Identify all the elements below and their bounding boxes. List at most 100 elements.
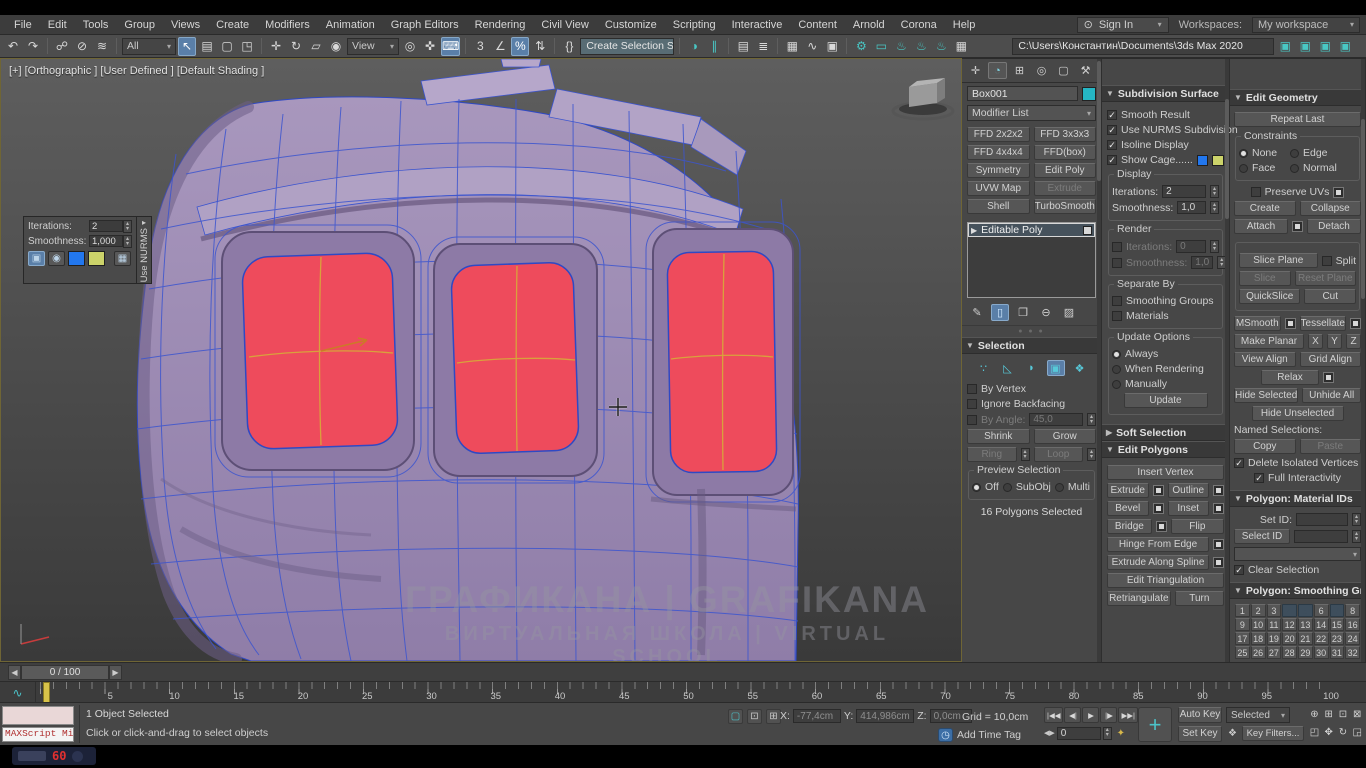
smoothing-group-14[interactable]: 14 xyxy=(1314,618,1329,631)
smoothing-group-29[interactable]: 29 xyxy=(1298,646,1313,659)
previous-frame-arrow[interactable]: ◀ xyxy=(8,665,21,680)
add-time-tag[interactable]: ◷ Add Time Tag xyxy=(938,728,1021,742)
go-to-end-icon[interactable]: ▶▶| xyxy=(1118,707,1137,723)
display-iterations-field[interactable]: 2 xyxy=(1162,185,1206,198)
flip-button[interactable]: Flip xyxy=(1171,519,1224,534)
smoothing-group-8[interactable]: 8 xyxy=(1345,604,1360,617)
zoom-extents-icon[interactable]: ⊡ xyxy=(1337,706,1350,723)
modifier-button-ffd-box-[interactable]: FFD(box) xyxy=(1034,145,1097,160)
viewport-label[interactable]: [+] [Orthographic ] [User Defined ] [Def… xyxy=(9,65,264,77)
modifier-stack[interactable]: ▶ Editable Poly xyxy=(967,222,1096,298)
snaps-toggle-icon[interactable]: 3 xyxy=(471,37,489,56)
zoom-icon[interactable]: ⊕ xyxy=(1308,706,1321,723)
tessellate-settings-icon[interactable] xyxy=(1350,318,1361,329)
workspace-dropdown[interactable]: My workspace ▾ xyxy=(1252,17,1360,33)
reset-plane-button[interactable]: Reset Plane xyxy=(1295,271,1356,286)
by-angle-spinner[interactable] xyxy=(1087,413,1096,426)
preserve-uvs-settings-icon[interactable] xyxy=(1333,187,1344,198)
layer-explorer-icon[interactable]: ≣ xyxy=(754,37,772,56)
smoothing-groups-checkbox[interactable] xyxy=(1112,296,1122,306)
smoothing-group-30[interactable]: 30 xyxy=(1314,646,1329,659)
rollout-subdivision-header[interactable]: ▼ Subdivision Surface xyxy=(1102,85,1229,102)
smoothing-group-7[interactable]: 7 xyxy=(1330,604,1345,617)
stack-item-toggle[interactable] xyxy=(1083,226,1092,235)
hide-selected-button[interactable]: Hide Selected xyxy=(1234,388,1298,403)
tessellate-button[interactable]: Tessellate xyxy=(1300,316,1347,331)
outline-settings-icon[interactable] xyxy=(1213,485,1224,496)
maximize-viewport-icon[interactable]: ◲ xyxy=(1351,724,1364,741)
smoothing-group-24[interactable]: 24 xyxy=(1345,632,1360,645)
next-frame-arrow[interactable]: ▶ xyxy=(109,665,122,680)
attach-settings-icon[interactable] xyxy=(1292,221,1303,232)
caddy-iterations-field[interactable]: 2 xyxy=(89,220,123,232)
x-field[interactable]: -77,4cm xyxy=(793,709,841,723)
polygon-icon[interactable]: ▣ xyxy=(1047,360,1065,376)
smoothing-group-23[interactable]: 23 xyxy=(1330,632,1345,645)
menu-interactive[interactable]: Interactive xyxy=(724,17,791,33)
slice-button[interactable]: Slice xyxy=(1239,271,1291,286)
percent-snap-icon[interactable]: % xyxy=(511,37,529,56)
constraint-none-radio[interactable] xyxy=(1239,149,1248,158)
smoothing-group-28[interactable]: 28 xyxy=(1282,646,1297,659)
smoothing-group-26[interactable]: 26 xyxy=(1251,646,1266,659)
hinge-from-edge-button[interactable]: Hinge From Edge xyxy=(1107,537,1209,552)
bridge-button[interactable]: Bridge xyxy=(1107,519,1152,534)
quickslice-button[interactable]: QuickSlice xyxy=(1239,289,1300,304)
time-slider-marker[interactable] xyxy=(43,682,50,703)
relax-settings-icon[interactable] xyxy=(1323,372,1334,383)
extrude-settings-icon[interactable] xyxy=(1153,485,1164,496)
bind-to-space-warp-icon[interactable]: ≋ xyxy=(93,37,111,56)
smoothing-group-32[interactable]: 32 xyxy=(1345,646,1360,659)
smooth-result-checkbox[interactable] xyxy=(1107,110,1117,120)
menu-animation[interactable]: Animation xyxy=(318,17,383,33)
use-pivot-point-icon[interactable]: ◎ xyxy=(401,37,419,56)
by-angle-checkbox[interactable] xyxy=(967,415,977,425)
keyable-icon[interactable]: ❖ xyxy=(1226,726,1239,741)
hinge-settings-icon[interactable] xyxy=(1213,539,1224,550)
set-id-field[interactable] xyxy=(1296,513,1348,526)
smoothing-group-9[interactable]: 9 xyxy=(1235,618,1250,631)
smoothing-group-19[interactable]: 19 xyxy=(1267,632,1282,645)
extrude-button[interactable]: Extrude xyxy=(1107,483,1149,498)
window-crossing-icon[interactable]: ◳ xyxy=(238,37,256,56)
update-button[interactable]: Update xyxy=(1124,393,1208,408)
grow-button[interactable]: Grow xyxy=(1034,429,1097,444)
tab-modify[interactable]: ◔ xyxy=(988,62,1007,79)
zoom-region-icon[interactable]: ◰ xyxy=(1308,724,1321,741)
copy-button[interactable]: Copy xyxy=(1234,439,1296,454)
shrink-button[interactable]: Shrink xyxy=(967,429,1030,444)
set-id-spinner[interactable] xyxy=(1352,513,1361,526)
menu-modifiers[interactable]: Modifiers xyxy=(257,17,318,33)
project-path-field[interactable]: C:\Users\Константин\Documents\3ds Max 20… xyxy=(1012,38,1274,55)
rollout-soft-selection-header[interactable]: ▶ Soft Selection xyxy=(1102,424,1229,441)
panel-scrollbar[interactable] xyxy=(1097,59,1101,663)
constraint-face-radio[interactable] xyxy=(1239,164,1248,173)
mini-curve-editor-icon[interactable]: ∿ xyxy=(12,686,22,700)
split-checkbox[interactable] xyxy=(1322,256,1332,266)
preview-multi-radio[interactable] xyxy=(1055,483,1064,492)
smoothing-group-13[interactable]: 13 xyxy=(1298,618,1313,631)
tab-hierarchy[interactable]: ⊞ xyxy=(1010,62,1029,79)
configure-modifier-sets-icon[interactable]: ▨ xyxy=(1060,304,1078,321)
isolate-selection-icon[interactable]: ▢ xyxy=(728,709,743,724)
rollout-smoothing-groups-header[interactable]: ▼ Polygon: Smoothing Groups xyxy=(1230,582,1365,599)
unlink-selection-icon[interactable]: ⊘ xyxy=(73,37,91,56)
pan-icon[interactable]: ✥ xyxy=(1322,724,1335,741)
render-production-icon[interactable]: ♨ xyxy=(892,37,910,56)
cage-color-swatch[interactable] xyxy=(68,251,85,266)
curve-editor-icon[interactable]: ∿ xyxy=(803,37,821,56)
msmooth-settings-icon[interactable] xyxy=(1285,318,1296,329)
smoothing-group-2[interactable]: 2 xyxy=(1251,604,1266,617)
manually-radio[interactable] xyxy=(1112,380,1121,389)
menu-arnold[interactable]: Arnold xyxy=(845,17,893,33)
menu-views[interactable]: Views xyxy=(163,17,208,33)
slice-plane-button[interactable]: Slice Plane xyxy=(1239,253,1318,268)
smoothing-group-17[interactable]: 17 xyxy=(1235,632,1250,645)
redo-icon[interactable]: ↷ xyxy=(24,37,42,56)
render-grid-icon[interactable]: ▦ xyxy=(952,37,970,56)
smoothing-group-16[interactable]: 16 xyxy=(1345,618,1360,631)
cage-selected-swatch[interactable] xyxy=(1212,155,1224,166)
menu-customize[interactable]: Customize xyxy=(597,17,665,33)
repeat-last-button[interactable]: Repeat Last xyxy=(1234,112,1361,127)
detach-button[interactable]: Detach xyxy=(1307,219,1361,234)
